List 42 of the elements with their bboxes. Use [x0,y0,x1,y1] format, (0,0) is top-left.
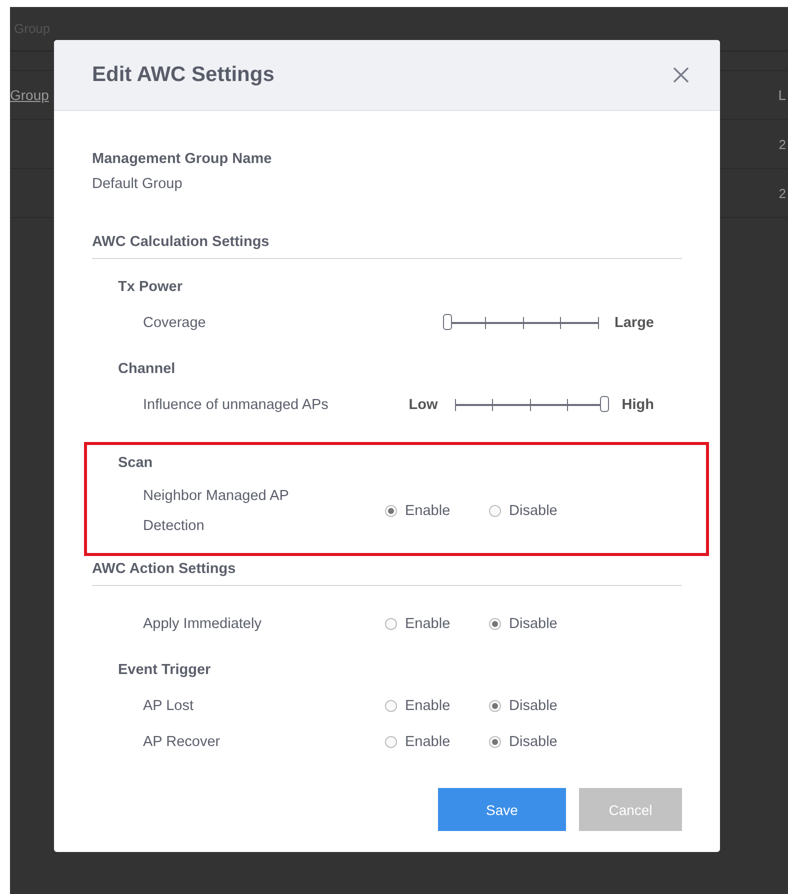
field-label: Management Group Name [92,151,273,167]
radio-option[interactable]: Enable [385,503,489,519]
radio-option[interactable]: Disable [489,616,593,632]
setting-label: AP Recover [142,733,222,752]
save-button[interactable]: Save [438,788,566,831]
group-heading: Tx Power [118,279,184,295]
radio-option[interactable]: Enable [385,698,489,714]
slider-max-label: High [622,397,654,413]
slider-thumb[interactable] [600,396,609,412]
radio-button[interactable] [489,700,501,712]
radio-button[interactable] [489,736,501,748]
radio-button[interactable] [385,505,397,517]
radio-button[interactable] [489,505,501,517]
column-header[interactable]: Group [10,87,49,103]
section-heading: AWC Action Settings [92,561,682,586]
table-cell-text: 2 [778,186,787,200]
slider-max-label: Large [614,315,654,331]
slider-thumb[interactable] [442,314,452,330]
radio-button[interactable] [385,700,397,712]
radio-option[interactable]: Enable [385,734,489,750]
radio-option[interactable]: Disable [489,698,593,714]
group-heading: Event Trigger [118,662,212,678]
radio-option[interactable]: Disable [489,503,593,519]
column-header: L [778,87,787,103]
section-heading: AWC Calculation Settings [92,234,682,259]
field-value: Default Group [92,176,184,192]
group-heading: Scan [118,455,154,471]
radio-button[interactable] [385,736,397,748]
dialog-title: Edit AWC Settings [92,63,274,87]
radio-option[interactable]: Enable [385,616,489,632]
radio-option[interactable]: Disable [489,734,593,750]
close-icon[interactable] [672,66,690,84]
radio-button[interactable] [385,618,397,630]
radio-button[interactable] [489,618,501,630]
slider-min-label: Low [408,397,438,413]
setting-label: Coverage [142,314,206,333]
setting-label: Neighbor Managed AP Detection [142,487,290,536]
table-cell-text: 2 [778,136,787,152]
setting-label: Influence of unmanaged APs [142,396,328,415]
group-heading: Channel [118,361,176,377]
setting-label: AP Lost [142,697,195,716]
setting-label: Apply Immediately [142,615,262,634]
